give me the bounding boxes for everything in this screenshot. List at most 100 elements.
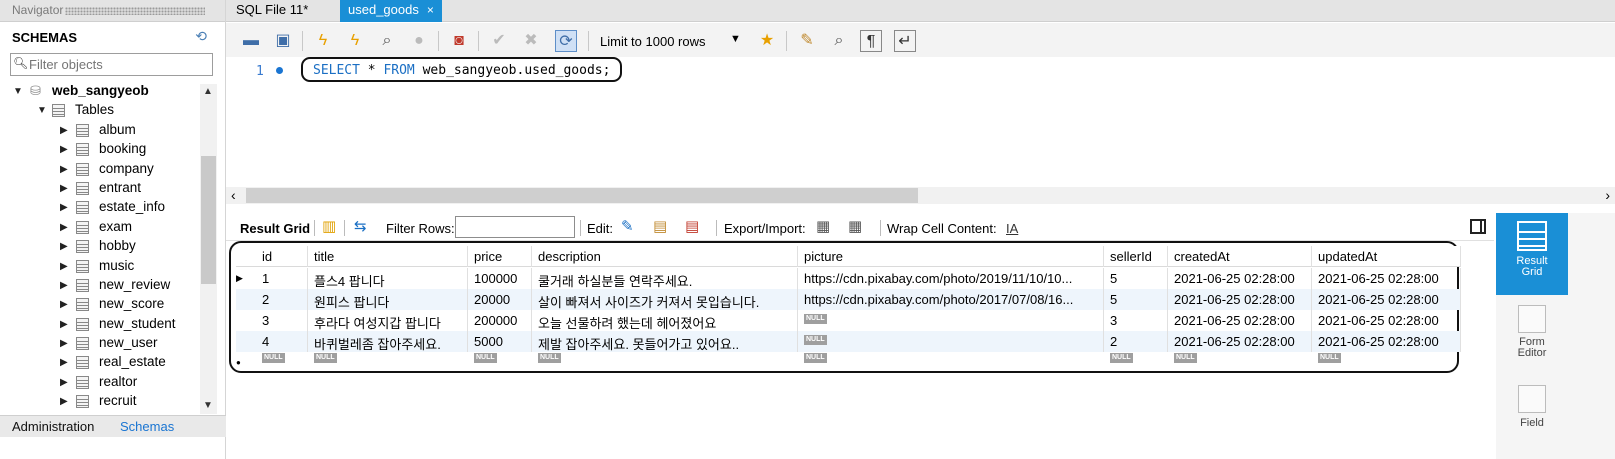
table-node[interactable]: ▶ estate_info <box>0 198 200 217</box>
collapsed-arrow-icon[interactable]: ▶ <box>60 261 68 272</box>
cell-id[interactable]: 1 <box>256 268 308 289</box>
cell-createdAt[interactable]: 2021-06-25 02:28:00 <box>1168 268 1312 289</box>
cell-picture[interactable]: NULL <box>798 331 1104 352</box>
collapsed-arrow-icon[interactable]: ▶ <box>60 396 68 407</box>
column-header-sellerId[interactable]: sellerId <box>1104 246 1168 267</box>
toggle-error-icon[interactable]: ◙ <box>448 30 470 52</box>
schema-node[interactable]: ▼ ⛁ web_sangyeob <box>0 82 200 101</box>
cell-picture[interactable]: https://cdn.pixabay.com/photo/2019/11/10… <box>798 268 1104 289</box>
cell-id[interactable]: 2 <box>256 289 308 310</box>
table-row[interactable]: 2 원피스 팝니다 20000 살이 빠져서 사이즈가 커져서 못입습니다. https… <box>236 289 1461 310</box>
cell-id[interactable]: 3 <box>256 310 308 331</box>
new-cell-id[interactable]: NULL <box>256 352 308 366</box>
cell-description[interactable]: 제발 잡아주세요. 못들어가고 있어요.. <box>532 331 798 352</box>
execute-current-icon[interactable]: ϟ <box>344 30 366 52</box>
collapsed-arrow-icon[interactable]: ▶ <box>60 164 68 175</box>
table-node[interactable]: ▶ recruit <box>0 392 200 411</box>
import-icon[interactable]: ▦ <box>848 217 862 235</box>
open-folder-icon[interactable]: ▬ <box>240 30 262 52</box>
rollback-icon[interactable]: ✖ <box>520 30 542 52</box>
table-node[interactable]: ▶ company <box>0 160 200 179</box>
table-node[interactable]: ▶ hobby <box>0 237 200 256</box>
cell-sellerId[interactable]: 5 <box>1104 268 1168 289</box>
table-node[interactable]: ▶ real_estate <box>0 353 200 372</box>
table-row[interactable]: 4 바퀴벌레좀 잡아주세요. 5000 제발 잡아주세요. 못들어가고 있어요.. NU… <box>236 331 1461 352</box>
table-node[interactable]: ▶ realtor <box>0 373 200 392</box>
new-cell-title[interactable]: NULL <box>308 352 468 366</box>
tab-administration[interactable]: Administration <box>12 419 94 434</box>
cell-updatedAt[interactable]: 2021-06-25 02:28:00 <box>1312 268 1461 289</box>
column-header-price[interactable]: price <box>468 246 532 267</box>
collapsed-arrow-icon[interactable]: ▶ <box>60 241 68 252</box>
scroll-right-icon[interactable]: › <box>1605 187 1610 203</box>
chevron-down-icon[interactable]: ▼ <box>730 33 741 45</box>
grid-view-icon[interactable]: ▥ <box>322 217 336 235</box>
cell-title[interactable]: 후라다 여성지갑 팝니다 <box>308 310 468 331</box>
edit-row-icon[interactable]: ✎ <box>621 217 634 235</box>
sql-statement[interactable]: SELECT * FROM web_sangyeob.used_goods; <box>301 57 623 82</box>
column-header-picture[interactable]: picture <box>798 246 1104 267</box>
column-header-id[interactable]: id <box>256 246 308 267</box>
cell-price[interactable]: 100000 <box>468 268 532 289</box>
table-node[interactable]: ▶ new_review <box>0 276 200 295</box>
scroll-down-icon[interactable]: ▼ <box>203 400 213 411</box>
cell-createdAt[interactable]: 2021-06-25 02:28:00 <box>1168 331 1312 352</box>
collapsed-arrow-icon[interactable]: ▶ <box>60 202 68 213</box>
cell-sellerId[interactable]: 5 <box>1104 289 1168 310</box>
cell-createdAt[interactable]: 2021-06-25 02:28:00 <box>1168 289 1312 310</box>
column-header-title[interactable]: title <box>308 246 468 267</box>
cell-description[interactable]: 오늘 선물하려 했는데 헤어졌어요 <box>532 310 798 331</box>
filter-objects-box[interactable]: 🔍︎ <box>10 53 213 76</box>
result-grid-view-button[interactable]: Result Grid <box>1496 213 1568 295</box>
collapsed-arrow-icon[interactable]: ▶ <box>60 125 68 136</box>
collapsed-arrow-icon[interactable]: ▶ <box>60 222 68 233</box>
cell-id[interactable]: 4 <box>256 331 308 352</box>
limit-rows-select[interactable]: Limit to 1000 rows <box>600 34 706 49</box>
drag-grip-icon[interactable] <box>65 6 206 15</box>
field-types-button[interactable]: Field <box>1496 385 1568 429</box>
table-row[interactable]: 3 후라다 여성지갑 팝니다 200000 오늘 선물하려 했는데 헤어졌어요 NULL… <box>236 310 1461 331</box>
toggle-side-panel-icon[interactable] <box>1470 219 1486 234</box>
bookmark-star-icon[interactable]: ★ <box>756 30 778 52</box>
collapsed-arrow-icon[interactable]: ▶ <box>60 377 68 388</box>
collapsed-arrow-icon[interactable]: ▶ <box>60 183 68 194</box>
cell-title[interactable]: 원피스 팝니다 <box>308 289 468 310</box>
filter-objects-input[interactable] <box>29 57 209 72</box>
collapsed-arrow-icon[interactable]: ▶ <box>60 280 68 291</box>
cell-updatedAt[interactable]: 2021-06-25 02:28:00 <box>1312 289 1461 310</box>
wrap-cell-toggle-icon[interactable]: IA <box>1006 221 1018 236</box>
word-wrap-icon[interactable]: ↵ <box>894 30 916 52</box>
filter-rows-input[interactable] <box>455 216 575 238</box>
scroll-up-icon[interactable]: ▲ <box>203 86 213 97</box>
result-grid-label[interactable]: Result Grid <box>240 221 310 236</box>
cell-createdAt[interactable]: 2021-06-25 02:28:00 <box>1168 310 1312 331</box>
cell-price[interactable]: 200000 <box>468 310 532 331</box>
editor-hscrollbar-thumb[interactable] <box>246 188 918 203</box>
table-node[interactable]: ▶ new_user <box>0 334 200 353</box>
collapsed-arrow-icon[interactable]: ▶ <box>60 144 68 155</box>
cell-sellerId[interactable]: 3 <box>1104 310 1168 331</box>
cell-sellerId[interactable]: 2 <box>1104 331 1168 352</box>
table-node[interactable]: ▶ entrant <box>0 179 200 198</box>
table-node[interactable]: ▶ booking <box>0 140 200 159</box>
expanded-arrow-icon[interactable]: ▼ <box>37 105 47 116</box>
column-header-createdAt[interactable]: createdAt <box>1168 246 1312 267</box>
cell-price[interactable]: 20000 <box>468 289 532 310</box>
new-cell-sellerId[interactable]: NULL <box>1104 352 1168 366</box>
sql-editor[interactable]: 1 SELECT * FROM web_sangyeob.used_goods; <box>226 57 1615 186</box>
insert-row-icon[interactable]: ▤ <box>653 217 667 235</box>
new-cell-createdAt[interactable]: NULL <box>1168 352 1312 366</box>
table-row[interactable]: ▶ 1 플스4 팝니다 100000 쿨거래 하실분들 연락주세요. https://cd… <box>236 268 1461 289</box>
close-icon[interactable]: × <box>427 3 434 17</box>
expanded-arrow-icon[interactable]: ▼ <box>13 86 23 97</box>
commit-icon[interactable]: ✔ <box>488 30 510 52</box>
collapsed-arrow-icon[interactable]: ▶ <box>60 357 68 368</box>
stop-icon[interactable]: ● <box>408 30 430 52</box>
cell-picture[interactable]: https://cdn.pixabay.com/photo/2017/07/08… <box>798 289 1104 310</box>
new-cell-price[interactable]: NULL <box>468 352 532 366</box>
new-cell-description[interactable]: NULL <box>532 352 798 366</box>
new-row[interactable]: ● NULL NULL NULL NULL NULL NULL NULL NULL <box>236 352 1461 370</box>
cell-updatedAt[interactable]: 2021-06-25 02:28:00 <box>1312 331 1461 352</box>
scroll-left-icon[interactable]: ‹ <box>231 187 236 203</box>
beautify-icon[interactable]: ✎ <box>796 30 818 52</box>
